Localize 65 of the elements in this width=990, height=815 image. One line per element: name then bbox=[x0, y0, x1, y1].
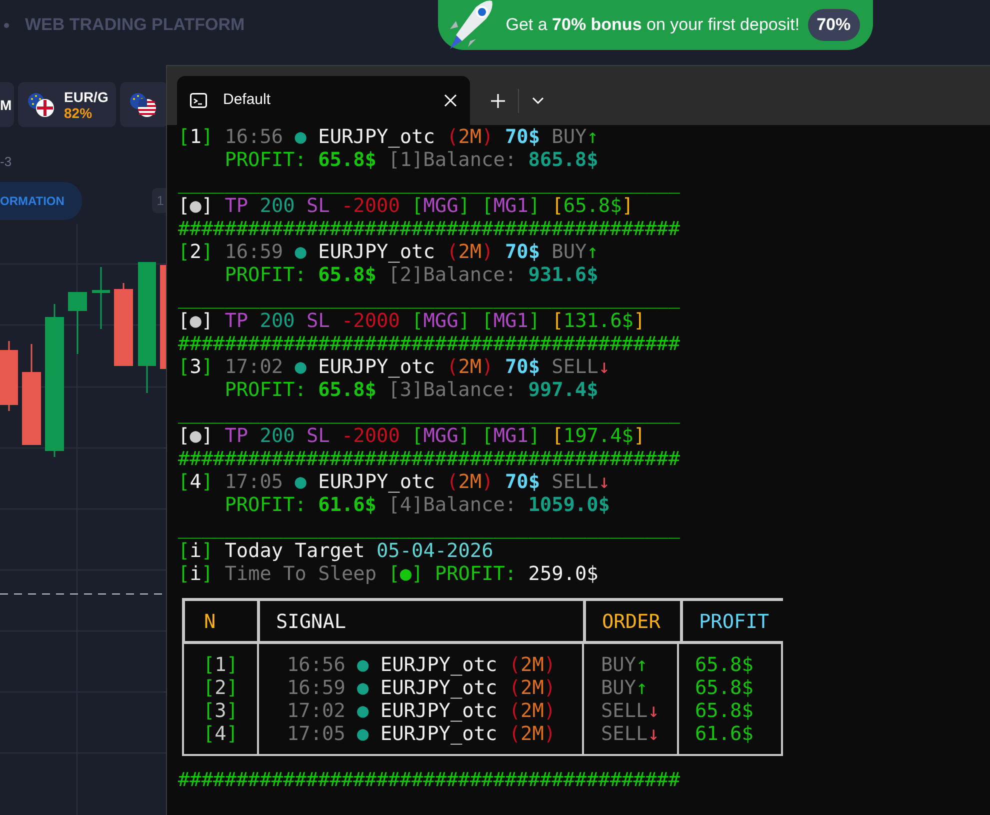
axis-label: -3 bbox=[0, 153, 13, 171]
table-cell: SELL↓ bbox=[601, 699, 660, 722]
terminal-line: [4] 17:05 ● EURJPY_otc (2M) 70$ SELL↓ bbox=[178, 470, 610, 493]
terminal-line: ___________________________________________ bbox=[178, 286, 680, 309]
terminal-line: ########################################### bbox=[178, 447, 680, 470]
terminal-line: [3] 17:02 ● EURJPY_otc (2M) 70$ SELL↓ bbox=[178, 355, 610, 378]
table-cell: 17:05 ● EURJPY_otc (2M) bbox=[287, 722, 556, 745]
table-cell: 16:56 ● EURJPY_otc (2M) bbox=[287, 653, 556, 676]
table-cell: [2] bbox=[202, 676, 238, 699]
chevron-down-icon bbox=[531, 96, 545, 105]
terminal-line: ########################################### bbox=[178, 768, 680, 791]
table-cell: 17:02 ● EURJPY_otc (2M) bbox=[287, 699, 556, 722]
information-button[interactable]: ORMATION bbox=[0, 182, 82, 220]
promo-text: Get a 70% bonus on your first deposit! bbox=[506, 14, 800, 36]
terminal-line: PROFIT: 65.8$ [2]Balance: 931.6$ bbox=[224, 263, 598, 286]
terminal-line: [●] TP 200 SL -2000 [MGG] [MG1] [65.8$] bbox=[178, 194, 634, 217]
terminal-line: [i] Today Target 05-04-2026 bbox=[178, 539, 494, 562]
table-cell: 65.8$ bbox=[695, 699, 754, 722]
terminal-line: ########################################### bbox=[178, 332, 680, 355]
column-header: N bbox=[204, 610, 216, 632]
candlestick bbox=[92, 266, 110, 328]
plus-icon bbox=[490, 92, 506, 108]
table-cell: 16:59 ● EURJPY_otc (2M) bbox=[287, 676, 556, 699]
table-cell: [4] bbox=[202, 722, 238, 745]
terminal-line: [2] 16:59 ● EURJPY_otc (2M) 70$ BUY↑ bbox=[178, 240, 598, 263]
terminal-line: [1] 16:56 ● EURJPY_otc (2M) 70$ BUY↑ bbox=[178, 125, 598, 148]
payout-label: 82% bbox=[64, 104, 94, 120]
terminal-line: PROFIT: 65.8$ [1]Balance: 865.8$ bbox=[224, 148, 598, 171]
table-cell: 65.8$ bbox=[695, 653, 754, 676]
terminal-line: ___________________________________________ bbox=[178, 516, 680, 539]
terminal-tab[interactable]: Default bbox=[177, 76, 470, 125]
candlestick bbox=[68, 292, 87, 354]
flags-icon bbox=[26, 92, 56, 118]
promo-banner[interactable]: Get a 70% bonus on your first deposit! 70% bbox=[438, 0, 873, 50]
bonus-badge: 70% bbox=[808, 9, 860, 41]
terminal-line: [●] TP 200 SL -2000 [MGG] [MG1] [131.6$] bbox=[178, 309, 646, 332]
table-cell: BUY↑ bbox=[601, 653, 648, 676]
platform-title: WEB TRADING PLATFORM bbox=[25, 14, 245, 36]
dot-icon bbox=[4, 22, 9, 28]
asset-tab[interactable]: M bbox=[0, 82, 14, 127]
price-tag: 1 bbox=[152, 188, 166, 214]
terminal-line: PROFIT: 61.6$ [4]Balance: 1059.0$ bbox=[224, 493, 610, 516]
column-header: PROFIT bbox=[699, 610, 770, 632]
close-icon[interactable] bbox=[444, 94, 457, 107]
terminal-icon bbox=[190, 93, 207, 108]
terminal-line: ___________________________________________ bbox=[178, 171, 680, 194]
terminal-line: ########################################### bbox=[178, 217, 680, 240]
asset-tab[interactable] bbox=[120, 82, 168, 127]
terminal-line: ___________________________________________ bbox=[178, 401, 680, 424]
table-cell: 65.8$ bbox=[695, 676, 754, 699]
asset-label: EUR/G bbox=[64, 88, 108, 104]
table-cell: BUY↑ bbox=[601, 676, 648, 699]
terminal-line: [●] TP 200 SL -2000 [MGG] [MG1] [197.4$] bbox=[178, 424, 646, 447]
asset-label: M bbox=[0, 96, 12, 112]
table-cell: [1] bbox=[202, 653, 238, 676]
flags-icon bbox=[128, 92, 158, 118]
table-cell: SELL↓ bbox=[601, 722, 660, 745]
terminal-line: [i] Time To Sleep [●] PROFIT: 259.0$ bbox=[178, 562, 598, 585]
terminal-line: PROFIT: 65.8$ [3]Balance: 997.4$ bbox=[224, 378, 598, 401]
column-header: ORDER bbox=[602, 610, 660, 632]
table-cell: 61.6$ bbox=[695, 722, 754, 745]
column-header: SIGNAL bbox=[276, 610, 346, 632]
candlestick bbox=[0, 340, 18, 410]
table-cell: [3] bbox=[202, 699, 238, 722]
asset-tab[interactable]: EUR/G 82% bbox=[18, 82, 116, 127]
